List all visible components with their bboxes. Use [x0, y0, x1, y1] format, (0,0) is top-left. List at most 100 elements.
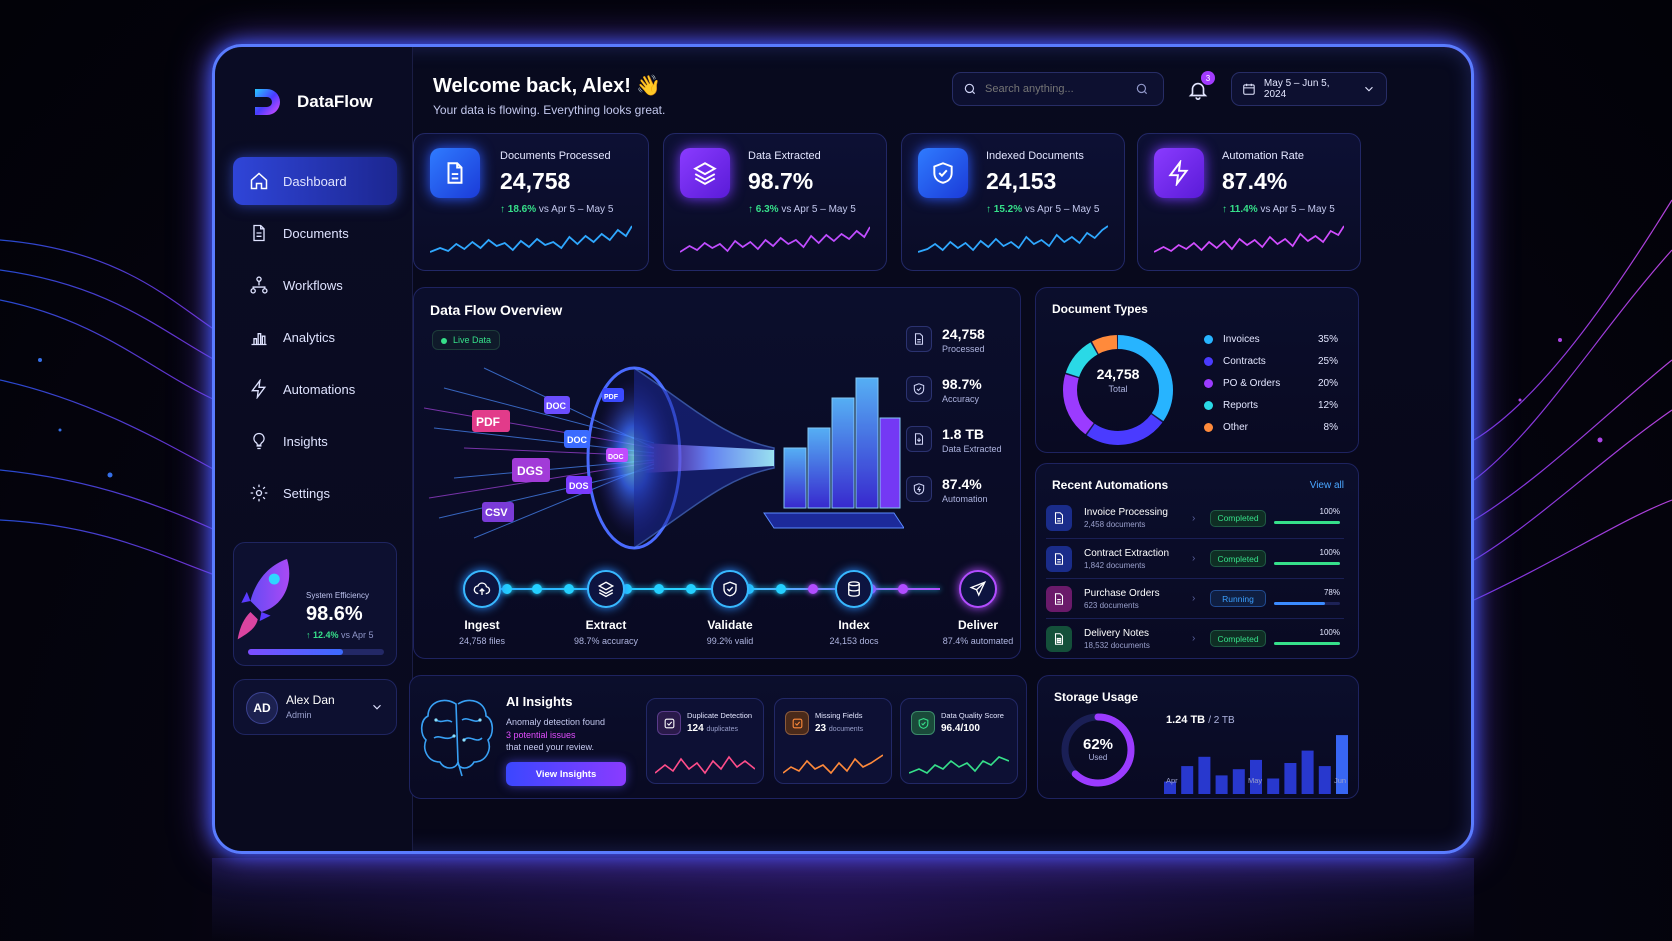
- file-tag: DOC: [546, 401, 567, 411]
- storage-bar: [1215, 775, 1228, 794]
- stat-value: 24,758: [500, 168, 571, 194]
- storage-bar: [1318, 766, 1331, 794]
- sidebar-item-workflows[interactable]: Workflows: [233, 261, 397, 309]
- sidebar-item-label: Documents: [283, 225, 349, 241]
- insight-sparkline: [655, 755, 755, 775]
- insight-sparkline: [783, 754, 883, 775]
- user-role: Admin: [286, 710, 312, 720]
- sidebar-item-analytics[interactable]: Analytics: [233, 313, 397, 361]
- stat-card-automation-rate[interactable]: Automation Rate 87.4% ↑ 11.4% vs Apr 5 –…: [1137, 133, 1361, 271]
- search-bar[interactable]: [952, 72, 1164, 106]
- legend-swatch: [1204, 400, 1213, 410]
- insight-sparkline: [909, 756, 1009, 774]
- panel-title: Storage Usage: [1054, 690, 1139, 704]
- automation-sub: 1,842 documents: [1084, 560, 1146, 570]
- workflow-icon: [250, 276, 268, 294]
- search-submit-icon[interactable]: [1135, 82, 1149, 96]
- view-all-link[interactable]: View all: [1310, 480, 1344, 491]
- stat-delta: ↑ 15.2% vs Apr 5 – May 5: [986, 204, 1099, 215]
- page-title: Welcome back, Alex! 👋: [433, 75, 662, 97]
- legend-name: Invoices: [1223, 333, 1260, 345]
- stat-value: 87.4%: [1222, 168, 1288, 194]
- month-label: Apr: [1166, 776, 1178, 785]
- stat-value: 24,153: [986, 168, 1057, 194]
- legend-swatch: [1204, 356, 1213, 366]
- legend-name: Reports: [1223, 399, 1259, 411]
- sidebar-item-documents[interactable]: Documents: [233, 209, 397, 257]
- user-menu[interactable]: AD Alex Dan Admin: [233, 679, 397, 735]
- legend-item: Reports 12%: [1204, 394, 1338, 416]
- automation-progress-fill: [1274, 601, 1326, 605]
- sidebar-item-settings[interactable]: Settings: [233, 469, 397, 517]
- brand[interactable]: DataFlow: [251, 85, 373, 119]
- sidebar-item-dashboard[interactable]: Dashboard: [233, 157, 397, 205]
- pipeline-step-validate[interactable]: Validate 99.2% valid: [670, 570, 790, 646]
- brain-icon: [420, 699, 494, 777]
- insight-number: 124: [687, 723, 704, 734]
- insight-card-missing-fields[interactable]: Missing Fields 23 documents: [774, 698, 892, 784]
- sidebar-item-insights[interactable]: Insights: [233, 417, 397, 465]
- date-range-picker[interactable]: May 5 – Jun 5, 2024: [1231, 72, 1387, 106]
- legend-name: Other: [1223, 421, 1249, 433]
- flow-stat-label: Automation: [942, 494, 988, 504]
- search-icon: [964, 83, 976, 95]
- stat-card-documents-processed[interactable]: Documents Processed 24,758 ↑ 18.6% vs Ap…: [413, 133, 649, 271]
- stat-icon-box: [1154, 148, 1204, 198]
- panel-title: Recent Automations: [1052, 478, 1169, 492]
- stat-sparkline: [918, 225, 1108, 253]
- sidebar-item-label: Insights: [283, 433, 328, 449]
- brand-name: DataFlow: [297, 92, 373, 111]
- automation-progress-bar: [1274, 641, 1340, 645]
- insight-unit: documents: [828, 726, 864, 733]
- legend-item: Invoices 35%: [1204, 328, 1338, 350]
- chevron-right-icon: ›: [1192, 553, 1196, 564]
- file-tag: DOC: [608, 454, 624, 461]
- recent-automations-panel: Recent Automations View all Invoice Proc…: [1035, 463, 1359, 659]
- stat-delta: ↑ 18.6% vs Apr 5 – May 5: [500, 204, 613, 215]
- insight-title: Missing Fields: [815, 711, 863, 720]
- status-badge: Completed: [1210, 509, 1266, 527]
- pipeline-step-index[interactable]: Index 24,153 docs: [794, 570, 914, 646]
- pipeline-step-name: Ingest: [464, 618, 500, 632]
- stat-delta-period: vs Apr 5 – May 5: [538, 204, 614, 215]
- stat-title: Automation Rate: [1222, 150, 1304, 162]
- document-icon: [914, 333, 924, 345]
- flow-stat-accuracy: 98.7% Accuracy: [906, 376, 1024, 412]
- automation-row[interactable]: Purchase Orders 623 documents › Running 7…: [1046, 578, 1344, 618]
- sidebar-item-automations[interactable]: Automations: [233, 365, 397, 413]
- home-icon: [250, 172, 268, 190]
- automation-pct: 78%: [1323, 587, 1340, 597]
- search-input[interactable]: [985, 83, 1135, 95]
- stat-card-data-extracted[interactable]: Data Extracted 98.7% ↑ 6.3% vs Apr 5 – M…: [663, 133, 887, 271]
- pipeline-steps: Ingest 24,758 files Extract 98.7% accura…: [444, 570, 1013, 660]
- document-icon: [253, 224, 265, 242]
- insight-card-duplicates[interactable]: Duplicate Detection 124 duplicates: [646, 698, 764, 784]
- stat-card-indexed-documents[interactable]: Indexed Documents 24,153 ↑ 15.2% vs Apr …: [901, 133, 1125, 271]
- insight-card-quality-score[interactable]: Data Quality Score 96.4/100: [900, 698, 1018, 784]
- storage-bar: [1181, 766, 1194, 794]
- donut-center: 24,758 Total: [1056, 366, 1180, 394]
- chevron-down-icon: [1365, 86, 1373, 92]
- automation-icon-box: [1046, 625, 1072, 652]
- automation-row[interactable]: Delivery Notes 18,532 documents › Complet…: [1046, 618, 1344, 658]
- ai-insights-description: Anomaly detection found 3 potential issu…: [506, 716, 626, 754]
- pipeline-step-ingest[interactable]: Ingest 24,758 files: [422, 570, 542, 646]
- storage-bar: [1232, 769, 1245, 794]
- calendar-icon: [1243, 83, 1255, 95]
- view-insights-button[interactable]: View Insights: [506, 762, 626, 786]
- cloud-upload-icon: [473, 582, 491, 595]
- pipeline-step-sub: 87.4% automated: [942, 636, 1014, 646]
- automation-row[interactable]: Invoice Processing 2,458 documents › Comp…: [1046, 498, 1344, 538]
- flow-stat-label: Data Extracted: [942, 444, 1002, 454]
- automation-row[interactable]: Contract Extraction 1,842 documents › Com…: [1046, 538, 1344, 578]
- ai-desc-line: that need your review.: [506, 742, 595, 752]
- month-label: Jun: [1334, 776, 1347, 785]
- shield-check-icon: [933, 162, 953, 184]
- legend-pct: 35%: [1317, 333, 1338, 345]
- pipeline-step-deliver[interactable]: Deliver 87.4% automated: [918, 570, 1038, 646]
- pipeline-step-extract[interactable]: Extract 98.7% accuracy: [546, 570, 666, 646]
- legend-swatch: [1204, 334, 1213, 344]
- pipeline-step-ring: [587, 570, 625, 608]
- sidebar-item-label: Settings: [283, 485, 330, 501]
- flow-stats-list: 24,758 Processed 98.7% Accuracy 1.8 TB Data…: [906, 326, 1024, 526]
